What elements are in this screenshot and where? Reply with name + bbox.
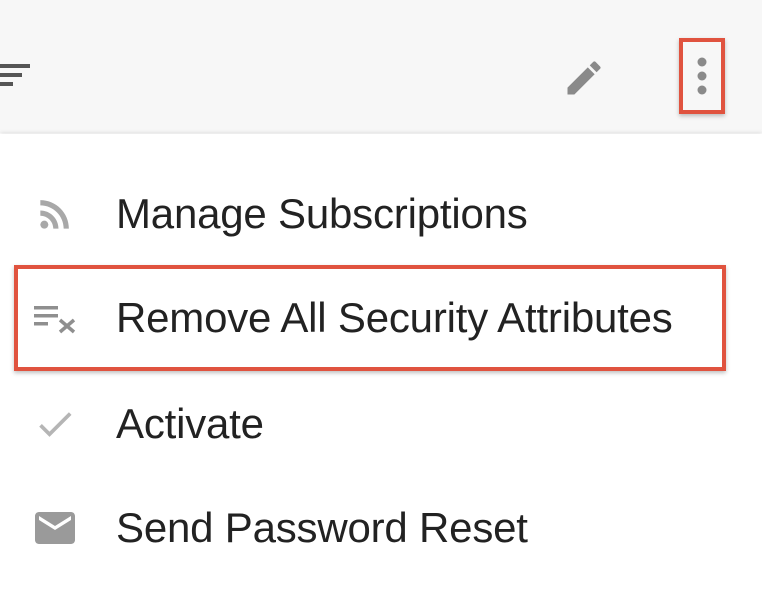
menu-item-send-password-reset[interactable]: Send Password Reset: [0, 478, 762, 578]
menu-item-label: Send Password Reset: [116, 504, 528, 551]
clear-all-icon: [28, 291, 82, 345]
menu-item-manage-subscriptions[interactable]: Manage Subscriptions: [0, 164, 762, 264]
toolbar: [0, 0, 762, 133]
menu-item-label: Activate: [116, 400, 264, 447]
filter-list-icon[interactable]: [0, 60, 30, 90]
menu-item-label: Remove All Security Attributes: [116, 294, 673, 341]
menu-item-remove-all-security-attributes[interactable]: Remove All Security Attributes: [0, 268, 762, 368]
checkmark-icon: [28, 397, 82, 451]
actions-menu: Manage Subscriptions Remove All Security…: [0, 134, 762, 602]
pencil-icon[interactable]: [562, 56, 606, 100]
more-options-button[interactable]: [679, 38, 725, 114]
menu-item-label: Manage Subscriptions: [116, 190, 528, 237]
envelope-icon: [28, 501, 82, 555]
rss-feed-icon: [28, 187, 82, 241]
menu-item-activate[interactable]: Activate: [0, 374, 762, 474]
more-vert-icon: [697, 57, 707, 95]
